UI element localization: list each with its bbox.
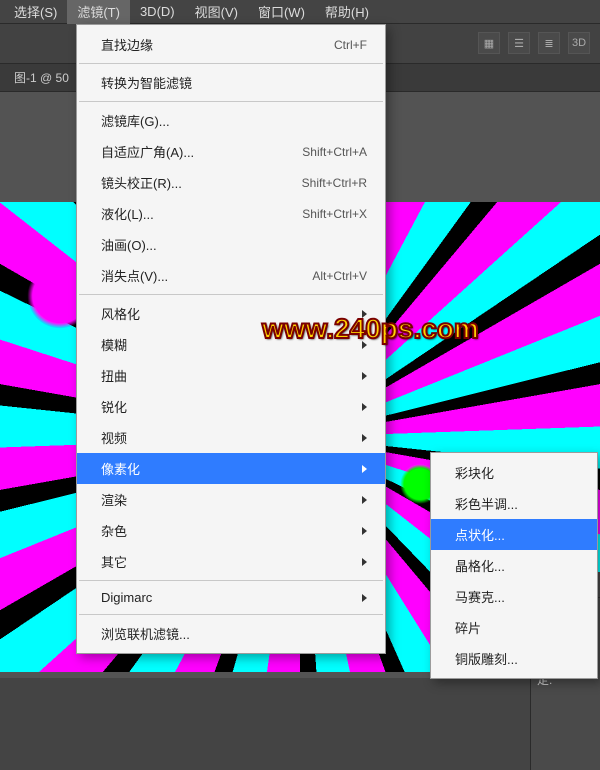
menu-item-shortcut: Ctrl+F [334,38,367,52]
chevron-right-icon [362,558,367,566]
menu-item-label: 彩色半调... [455,494,518,513]
menu-item-shortcut: Alt+Ctrl+V [312,269,367,283]
menu-select[interactable]: 选择(S) [4,0,67,24]
menu-item-label: 油画(O)... [101,235,157,254]
menu-item-label: 杂色 [101,521,127,540]
menu-item-distort[interactable]: 扭曲 [77,360,385,391]
menu-item-label: 像素化 [101,459,140,478]
menu-item-label: 风格化 [101,304,140,323]
menu-item-liquify[interactable]: 液化(L)... Shift+Ctrl+X [77,198,385,229]
submenu-item-mosaic[interactable]: 马赛克... [431,581,597,612]
chevron-right-icon [362,310,367,318]
menu-item-noise[interactable]: 杂色 [77,515,385,546]
submenu-item-mezzotint[interactable]: 铜版雕刻... [431,643,597,674]
menu-item-label: 转换为智能滤镜 [101,73,192,92]
align-icon-2[interactable]: ☰ [508,32,530,54]
menu-item-pixelate[interactable]: 像素化 [77,453,385,484]
menu-item-label: 点状化... [455,525,505,544]
menu-item-other[interactable]: 其它 [77,546,385,577]
menu-separator [79,101,383,102]
menu-item-lens-correction[interactable]: 镜头校正(R)... Shift+Ctrl+R [77,167,385,198]
menu-item-sharpen[interactable]: 锐化 [77,391,385,422]
menu-item-label: 视频 [101,428,127,447]
align-icon[interactable]: ▦ [478,32,500,54]
menu-separator [79,63,383,64]
menu-item-label: Digimarc [101,590,152,605]
menu-item-label: 锐化 [101,397,127,416]
menu-item-shortcut: Shift+Ctrl+R [302,176,367,190]
chevron-right-icon [362,465,367,473]
menu-help[interactable]: 帮助(H) [315,0,379,24]
menu-item-vanishing-point[interactable]: 消失点(V)... Alt+Ctrl+V [77,260,385,291]
menu-view[interactable]: 视图(V) [185,0,248,24]
align-icon-3[interactable]: ≣ [538,32,560,54]
menu-item-video[interactable]: 视频 [77,422,385,453]
menu-separator [79,614,383,615]
menu-item-oil-paint[interactable]: 油画(O)... [77,229,385,260]
menu-item-label: 滤镜库(G)... [101,111,170,130]
menu-3d[interactable]: 3D(D) [130,1,185,22]
menu-item-label: 铜版雕刻... [455,649,518,668]
menu-item-label: 其它 [101,552,127,571]
filter-menu: 直找边缘 Ctrl+F 转换为智能滤镜 滤镜库(G)... 自适应广角(A)..… [76,24,386,654]
submenu-item-fragment[interactable]: 碎片 [431,612,597,643]
menu-item-browse-online[interactable]: 浏览联机滤镜... [77,618,385,649]
chevron-right-icon [362,372,367,380]
menu-item-label: 消失点(V)... [101,266,168,285]
chevron-right-icon [362,341,367,349]
menu-item-label: 渲染 [101,490,127,509]
menu-item-filter-gallery[interactable]: 滤镜库(G)... [77,105,385,136]
menu-item-shortcut: Shift+Ctrl+A [302,145,367,159]
menu-item-blur[interactable]: 模糊 [77,329,385,360]
menu-item-shortcut: Shift+Ctrl+X [302,207,367,221]
chevron-right-icon [362,403,367,411]
menu-item-label: 自适应广角(A)... [101,142,194,161]
menu-item-label: 液化(L)... [101,204,154,223]
menu-item-convert-smart[interactable]: 转换为智能滤镜 [77,67,385,98]
menu-item-label: 模糊 [101,335,127,354]
menu-item-label: 直找边缘 [101,35,153,54]
menu-filter[interactable]: 滤镜(T) [67,0,130,24]
menu-item-last-filter[interactable]: 直找边缘 Ctrl+F [77,29,385,60]
menu-item-stylize[interactable]: 风格化 [77,298,385,329]
submenu-item-pointillize[interactable]: 点状化... [431,519,597,550]
submenu-item-crystallize[interactable]: 晶格化... [431,550,597,581]
chevron-right-icon [362,496,367,504]
pixelate-submenu: 彩块化 彩色半调... 点状化... 晶格化... 马赛克... 碎片 铜版雕刻… [430,452,598,679]
menu-item-label: 彩块化 [455,463,494,482]
menu-item-digimarc[interactable]: Digimarc [77,584,385,611]
menu-item-label: 马赛克... [455,587,505,606]
document-tab[interactable]: 图-1 @ 50 [6,65,77,90]
menu-item-label: 碎片 [455,618,481,637]
menu-separator [79,580,383,581]
menu-item-label: 镜头校正(R)... [101,173,182,192]
menubar: 选择(S) 滤镜(T) 3D(D) 视图(V) 窗口(W) 帮助(H) [0,0,600,24]
submenu-item-facet[interactable]: 彩块化 [431,457,597,488]
menu-item-label: 晶格化... [455,556,505,575]
menu-item-adaptive-wide[interactable]: 自适应广角(A)... Shift+Ctrl+A [77,136,385,167]
menu-separator [79,294,383,295]
submenu-item-color-halftone[interactable]: 彩色半调... [431,488,597,519]
menu-item-label: 扭曲 [101,366,127,385]
chevron-right-icon [362,527,367,535]
menu-item-label: 浏览联机滤镜... [101,624,190,643]
mode-3d-button[interactable]: 3D [568,32,590,54]
menu-item-render[interactable]: 渲染 [77,484,385,515]
chevron-right-icon [362,434,367,442]
chevron-right-icon [362,594,367,602]
menu-window[interactable]: 窗口(W) [248,0,315,24]
